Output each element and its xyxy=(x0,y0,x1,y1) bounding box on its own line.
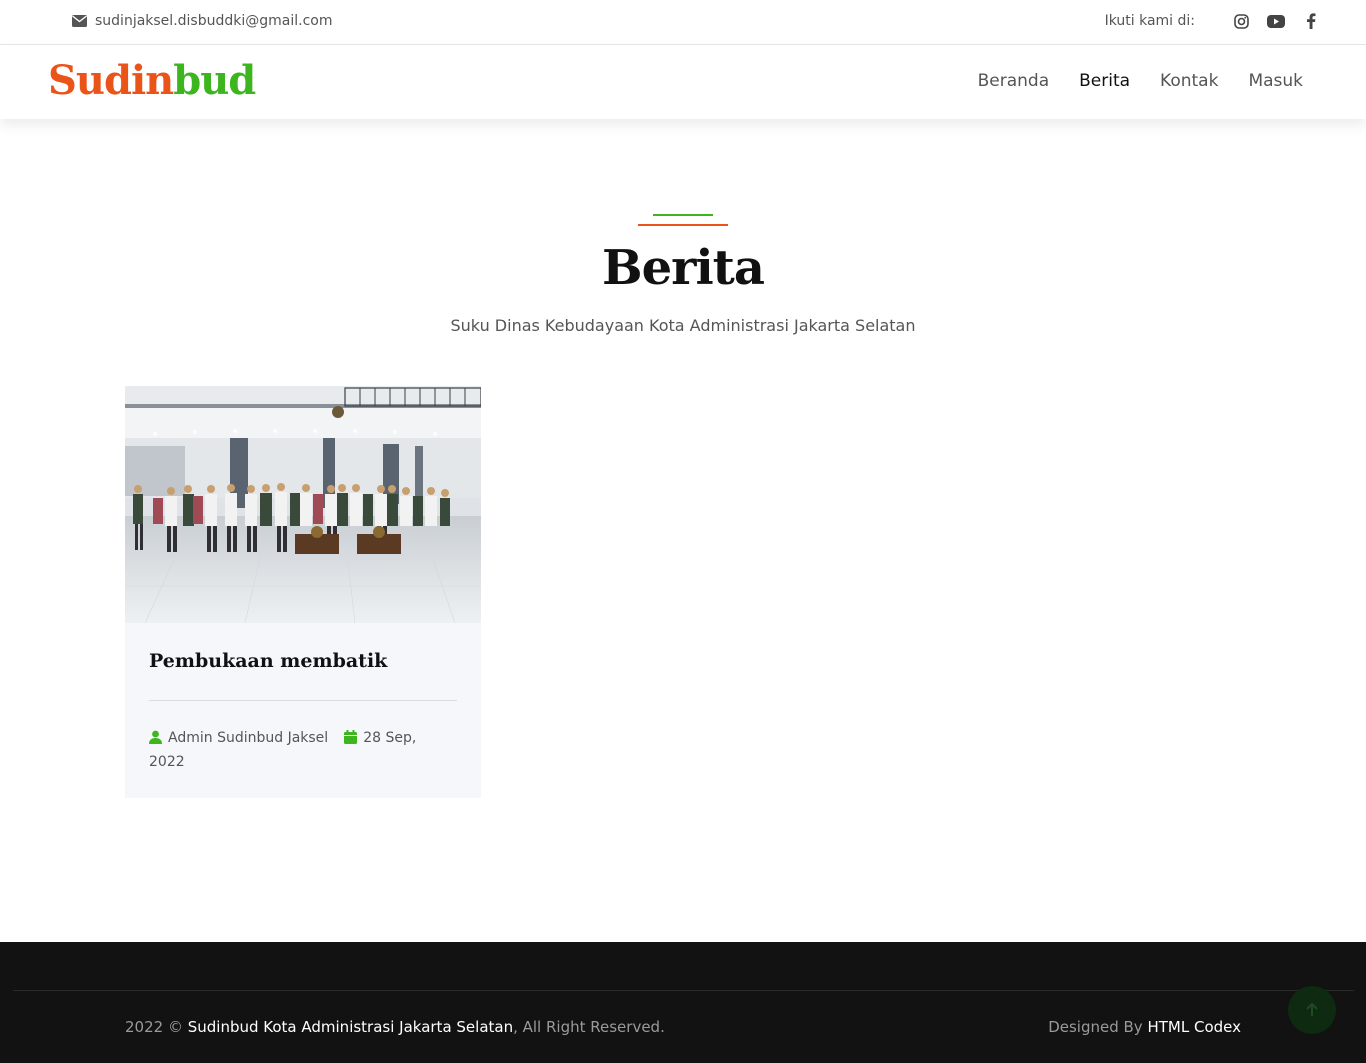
nav-item-berita[interactable]: Berita xyxy=(1079,71,1130,91)
title-divider-orange xyxy=(638,224,728,226)
page-title: Berita xyxy=(602,240,765,296)
instagram-icon[interactable] xyxy=(1232,12,1250,30)
footer-year: 2022 © xyxy=(125,1018,183,1036)
news-card[interactable]: Pembukaan membatik Admin Sudinbud Jaksel… xyxy=(125,386,481,798)
main-navbar: Sudinbud Beranda Berita Kontak Masuk xyxy=(0,45,1366,119)
news-card-meta: Admin Sudinbud Jaksel 28 Sep, 2022 xyxy=(149,726,439,774)
footer-org-link[interactable]: Sudinbud Kota Administrasi Jakarta Selat… xyxy=(188,1018,513,1036)
logo-part-sudin: Sudin xyxy=(48,57,174,104)
facebook-icon[interactable] xyxy=(1302,12,1320,30)
contact-email[interactable]: sudinjaksel.disbuddki@gmail.com xyxy=(72,13,332,29)
news-card-divider xyxy=(149,700,457,701)
nav-item-kontak[interactable]: Kontak xyxy=(1160,71,1218,91)
news-card-title[interactable]: Pembukaan membatik xyxy=(149,650,387,672)
page-footer: 2022 © Sudinbud Kota Administrasi Jakart… xyxy=(0,942,1366,1063)
user-icon xyxy=(149,730,162,744)
follow-label: Ikuti kami di: xyxy=(1104,13,1195,29)
footer-designed-by: Designed By xyxy=(1048,1018,1143,1036)
calendar-icon xyxy=(344,730,358,744)
top-bar: sudinjaksel.disbuddki@gmail.com Ikuti ka… xyxy=(0,0,1366,45)
footer-copyright: 2022 © Sudinbud Kota Administrasi Jakart… xyxy=(125,1018,665,1036)
footer-rights: , All Right Reserved. xyxy=(513,1018,665,1036)
nav-item-beranda[interactable]: Beranda xyxy=(978,71,1050,91)
logo-part-bud: bud xyxy=(173,57,256,104)
envelope-icon xyxy=(72,15,87,27)
nav-menu: Beranda Berita Kontak Masuk xyxy=(948,71,1303,91)
footer-designer-link[interactable]: HTML Codex xyxy=(1147,1018,1241,1036)
site-logo[interactable]: Sudinbud xyxy=(48,57,256,104)
news-card-image[interactable] xyxy=(125,386,481,623)
photo-group-standing xyxy=(125,386,481,623)
arrow-up-icon xyxy=(1306,1003,1318,1016)
nav-item-masuk[interactable]: Masuk xyxy=(1248,71,1303,91)
youtube-icon[interactable] xyxy=(1267,12,1285,30)
social-links: Ikuti kami di: xyxy=(1105,12,1320,30)
footer-divider xyxy=(13,990,1354,991)
title-divider-green xyxy=(653,214,713,216)
back-to-top-button[interactable] xyxy=(1288,986,1336,1034)
footer-credits: Designed By HTML Codex xyxy=(1048,1018,1241,1036)
email-text: sudinjaksel.disbuddki@gmail.com xyxy=(95,13,333,29)
page-subtitle: Suku Dinas Kebudayaan Kota Administrasi … xyxy=(450,316,916,335)
news-card-author: Admin Sudinbud Jaksel xyxy=(168,730,329,746)
